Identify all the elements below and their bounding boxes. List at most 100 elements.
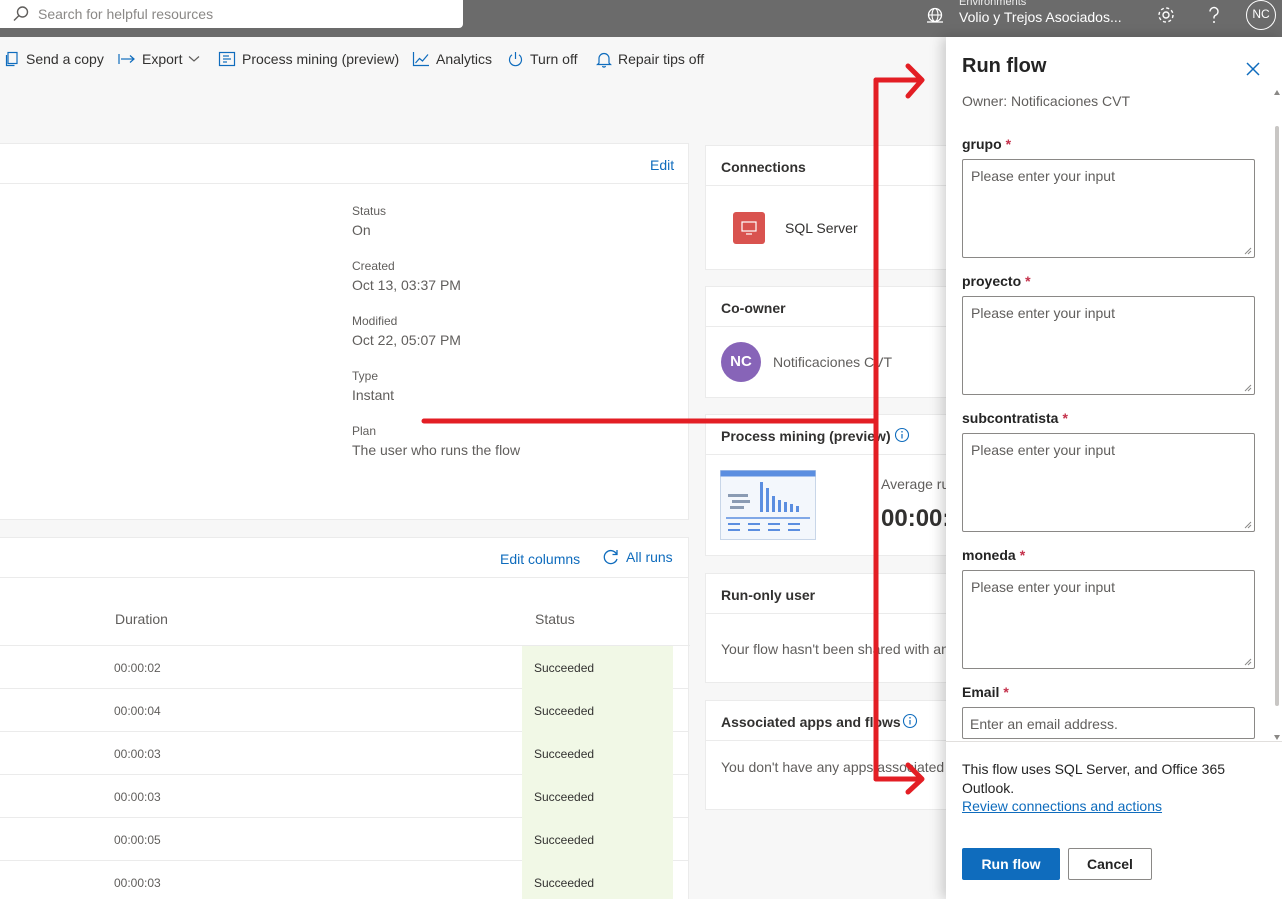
run-duration: 00:00:03 — [114, 747, 161, 761]
modified-label: Modified — [352, 314, 398, 328]
grupo-placeholder: Please enter your input — [971, 168, 1115, 184]
email-field[interactable]: Enter an email address. — [962, 707, 1255, 739]
status-column-header[interactable]: Status — [535, 611, 575, 627]
run-status: Succeeded — [522, 861, 673, 899]
grupo-label: grupo * — [962, 136, 1012, 152]
run-duration: 00:00:03 — [114, 876, 161, 890]
panel-divider — [946, 741, 1282, 742]
moneda-placeholder: Please enter your input — [971, 579, 1115, 595]
associated-apps-card: Associated apps and flows You don't have… — [705, 700, 965, 810]
user-avatar[interactable]: NC — [1246, 0, 1276, 30]
associated-title: Associated apps and flows — [721, 714, 901, 730]
search-box[interactable]: Search for helpful resources — [0, 0, 463, 28]
run-flow-button[interactable]: Run flow — [962, 848, 1060, 880]
search-icon — [13, 6, 29, 21]
environment-icon — [927, 7, 943, 23]
analytics-icon — [412, 52, 429, 67]
environment-label: Environments — [959, 0, 1027, 8]
resize-grip-icon[interactable] — [1244, 658, 1252, 666]
proyecto-field[interactable]: Please enter your input — [962, 296, 1255, 395]
subcontratista-field[interactable]: Please enter your input — [962, 433, 1255, 532]
table-row[interactable]: 00:00:02 Succeeded — [0, 646, 688, 689]
coowner-card: Co-owner NC Notificaciones CVT — [705, 286, 965, 398]
analytics-label: Analytics — [436, 51, 493, 67]
resize-grip-icon[interactable] — [1244, 247, 1252, 255]
associated-header: Associated apps and flows — [706, 701, 964, 741]
coowner-header: Co-owner — [706, 287, 964, 327]
resize-grip-icon[interactable] — [1244, 521, 1252, 529]
review-connections-link[interactable]: Review connections and actions — [962, 798, 1162, 814]
table-row[interactable]: 00:00:03 Succeeded — [0, 775, 688, 818]
environment-name: Volio y Trejos Asociados... — [959, 9, 1122, 25]
connections-card: Connections SQL Server — [705, 145, 965, 270]
table-row[interactable]: 00:00:04 Succeeded — [0, 689, 688, 732]
repair-tips-label: Repair tips off — [618, 51, 705, 67]
created-value: Oct 13, 03:37 PM — [352, 277, 461, 293]
analytics-button[interactable]: Analytics — [412, 37, 492, 81]
refresh-icon — [603, 549, 618, 565]
average-runtime-value: 00:00: — [881, 505, 951, 532]
send-copy-label: Send a copy — [26, 51, 104, 67]
settings-gear-icon[interactable] — [1155, 4, 1177, 26]
all-runs-label: All runs — [626, 549, 673, 565]
status-value: On — [352, 222, 371, 238]
close-icon[interactable] — [1243, 59, 1263, 79]
table-row[interactable]: 00:00:05 Succeeded — [0, 818, 688, 861]
process-mining-button[interactable]: Process mining (preview) — [218, 37, 399, 81]
run-duration: 00:00:02 — [114, 661, 161, 675]
info-icon[interactable] — [902, 713, 918, 729]
moneda-field[interactable]: Please enter your input — [962, 570, 1255, 669]
details-card: Edit Status On Created Oct 13, 03:37 PM … — [0, 143, 689, 520]
process-mining-header: Process mining (preview) — [706, 415, 964, 455]
edit-columns-link[interactable]: Edit columns — [500, 551, 580, 567]
table-row[interactable]: 00:00:03 Succeeded — [0, 732, 688, 775]
run-flow-panel: Run flow Owner: Notificaciones CVT grupo… — [946, 37, 1282, 899]
plan-label: Plan — [352, 424, 377, 438]
run-duration: 00:00:05 — [114, 833, 161, 847]
associated-text: You don't have any apps associated w — [721, 759, 959, 775]
process-mining-thumbnail-icon — [720, 470, 816, 540]
panel-scrollbar[interactable] — [1274, 90, 1280, 740]
table-row[interactable]: 00:00:03 Succeeded — [0, 861, 688, 899]
coowner-title: Co-owner — [721, 300, 786, 316]
type-label: Type — [352, 369, 379, 383]
top-bar: Search for helpful resources Environment… — [0, 0, 1282, 37]
runs-card: Edit columns All runs Duration Status 00… — [0, 537, 690, 899]
export-icon — [118, 54, 135, 64]
subcontratista-label: subcontratista * — [962, 410, 1068, 426]
proyecto-label: proyecto * — [962, 273, 1031, 289]
cancel-button[interactable]: Cancel — [1068, 848, 1152, 880]
subcontratista-placeholder: Please enter your input — [971, 442, 1115, 458]
proyecto-placeholder: Please enter your input — [971, 305, 1115, 321]
details-card-header: Edit — [0, 144, 688, 184]
run-only-user-card: Run-only user Your flow hasn't been shar… — [705, 573, 965, 683]
environment-picker[interactable]: Environments Volio y Trejos Asociados... — [925, 0, 1125, 37]
repair-tips-button[interactable]: Repair tips off — [596, 37, 704, 81]
flow-owner: Owner: Notificaciones CVT — [962, 93, 1131, 109]
turn-off-button[interactable]: Turn off — [507, 37, 577, 81]
export-button[interactable]: Export — [118, 37, 200, 81]
details-edit-link[interactable]: Edit — [650, 157, 674, 173]
process-mining-label: Process mining (preview) — [242, 51, 400, 67]
run-duration: 00:00:04 — [114, 704, 161, 718]
process-mining-card: Process mining (preview) Average ru 00:0… — [705, 414, 965, 556]
run-duration: 00:00:03 — [114, 790, 161, 804]
run-status: Succeeded — [522, 732, 673, 775]
connection-name[interactable]: SQL Server — [785, 220, 858, 236]
duration-column-header[interactable]: Duration — [115, 611, 168, 627]
all-runs-link[interactable]: All runs — [602, 548, 673, 566]
send-copy-button[interactable]: Send a copy — [4, 37, 104, 81]
status-label: Status — [352, 204, 387, 218]
email-placeholder: Enter an email address. — [970, 716, 1118, 732]
run-only-title: Run-only user — [721, 587, 816, 603]
resize-grip-icon[interactable] — [1244, 384, 1252, 392]
help-icon[interactable] — [1203, 4, 1225, 26]
type-value: Instant — [352, 387, 395, 403]
plan-value: The user who runs the flow — [352, 442, 521, 458]
export-label: Export — [142, 51, 183, 67]
command-bar: Send a copy Export Process mining (previ… — [0, 37, 946, 81]
grupo-field[interactable]: Please enter your input — [962, 159, 1255, 258]
bell-icon — [596, 52, 612, 68]
run-status: Succeeded — [522, 775, 673, 818]
info-icon[interactable] — [894, 427, 910, 443]
